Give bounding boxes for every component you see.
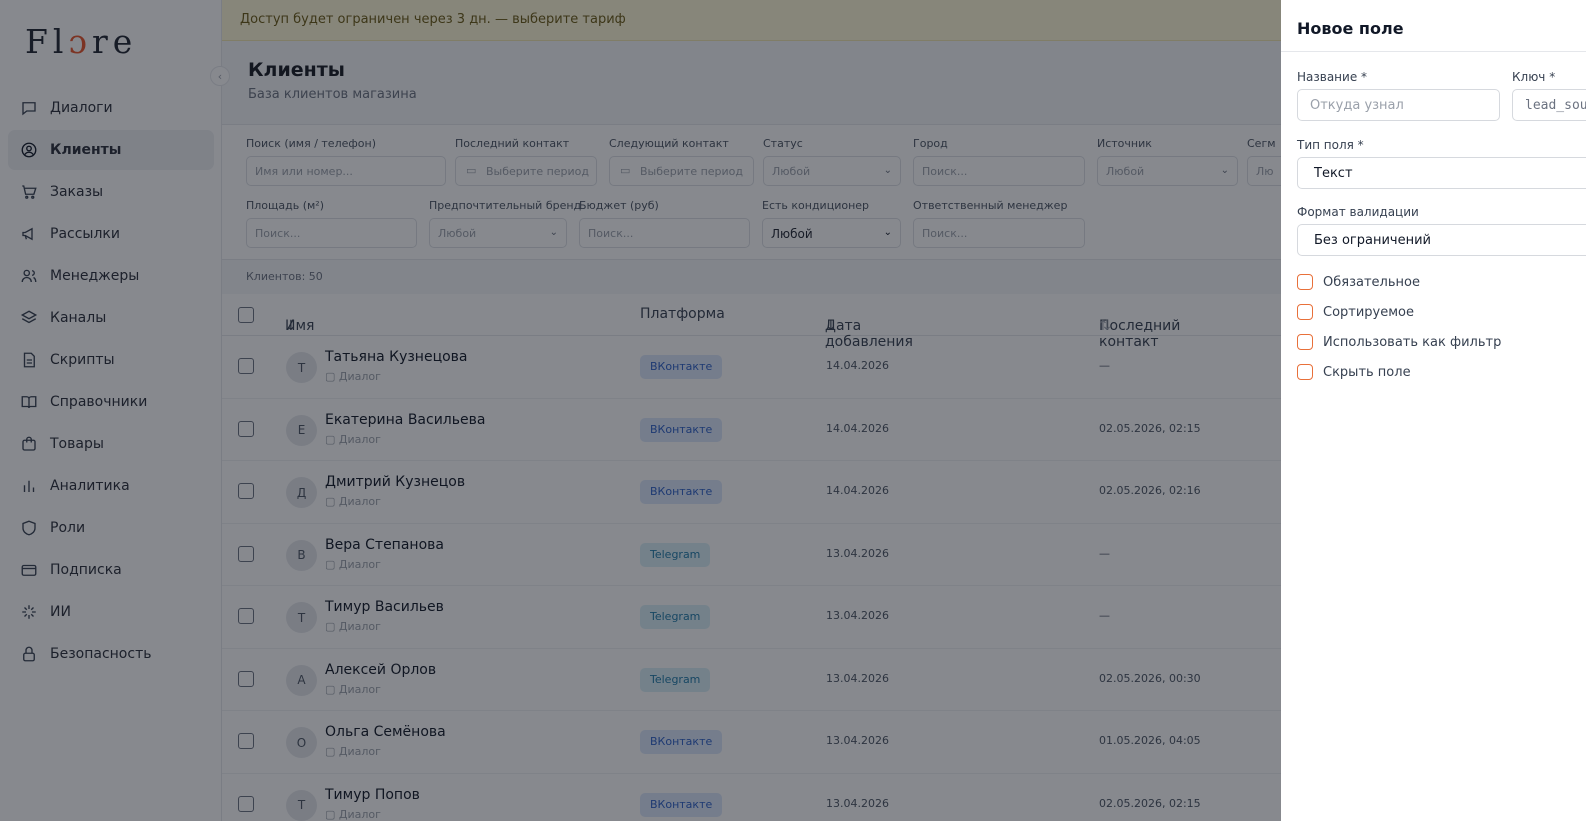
key-label: Ключ *: [1512, 70, 1556, 84]
name-input[interactable]: Откуда узнал: [1297, 89, 1500, 121]
panel-title: Новое поле: [1297, 19, 1404, 38]
checkbox[interactable]: [1297, 274, 1313, 290]
validation-select[interactable]: Без ограничений: [1297, 224, 1586, 256]
name-label: Название *: [1297, 70, 1368, 84]
sortable-checkbox[interactable]: Сортируемое: [1297, 304, 1414, 320]
checkbox[interactable]: [1297, 304, 1313, 320]
hide-field-checkbox[interactable]: Скрыть поле: [1297, 364, 1411, 380]
checkbox[interactable]: [1297, 334, 1313, 350]
key-input[interactable]: lead_sou: [1512, 89, 1586, 121]
field-type-label: Тип поля *: [1297, 138, 1364, 152]
required-checkbox[interactable]: Обязательное: [1297, 274, 1420, 290]
panel-divider: [1281, 51, 1586, 52]
new-field-panel: Новое поле Название * Откуда узнал Ключ …: [1281, 0, 1586, 821]
field-type-select[interactable]: Текст: [1297, 157, 1586, 189]
checkbox[interactable]: [1297, 364, 1313, 380]
use-as-filter-checkbox[interactable]: Использовать как фильтр: [1297, 334, 1501, 350]
validation-label: Формат валидации: [1297, 205, 1419, 219]
